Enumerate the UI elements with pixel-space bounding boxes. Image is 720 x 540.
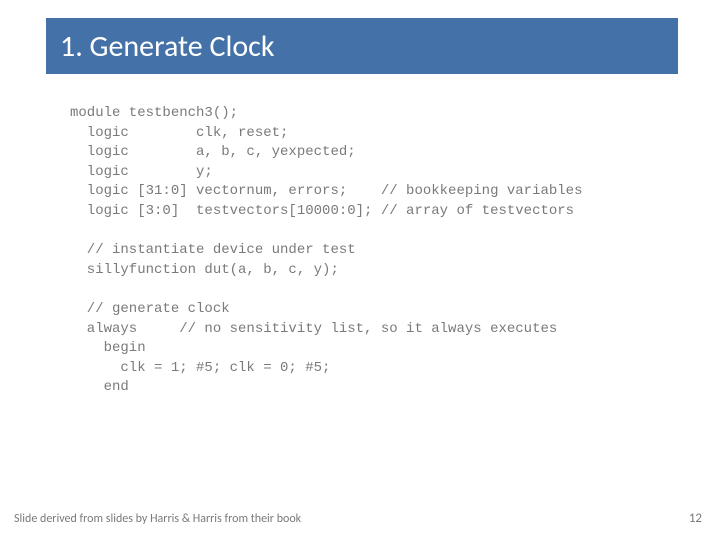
- footer-credit: Slide derived from slides by Harris & Ha…: [14, 512, 301, 526]
- slide-title: 1. Generate Clock: [46, 28, 275, 65]
- code-block: module testbench3(); logic clk, reset; l…: [70, 104, 690, 398]
- title-bar: 1. Generate Clock: [46, 18, 678, 74]
- slide-number: 12: [689, 511, 702, 526]
